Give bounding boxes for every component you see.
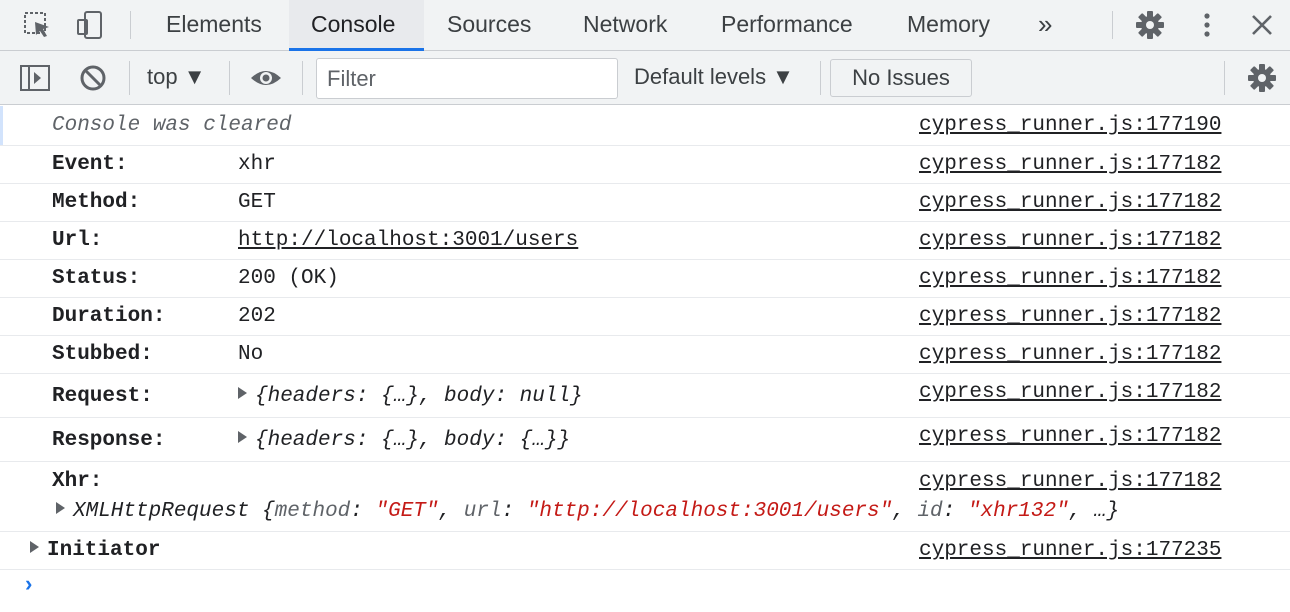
tab-performance[interactable]: Performance	[699, 0, 875, 51]
xhr-id: "xhr132"	[967, 500, 1069, 523]
settings-gear-icon[interactable]	[1134, 9, 1166, 41]
divider	[820, 61, 821, 95]
log-value: No	[238, 343, 264, 366]
source-link[interactable]: cypress_runner.js:177182	[919, 229, 1221, 252]
tab-network[interactable]: Network	[561, 0, 689, 51]
log-key: Response:	[52, 429, 166, 452]
log-row: Status: 200 (OK) cypress_runner.js:17718…	[0, 260, 1290, 298]
log-key: Url:	[52, 229, 103, 252]
log-key: Event:	[52, 153, 128, 176]
log-row: Duration: 202 cypress_runner.js:177182	[0, 298, 1290, 336]
log-row: Stubbed: No cypress_runner.js:177182	[0, 336, 1290, 374]
source-link[interactable]: cypress_runner.js:177182	[919, 381, 1221, 404]
object-preview: {headers: {…}, body: null}	[255, 385, 583, 408]
log-value: xhr	[238, 153, 276, 176]
log-value-number: 202	[238, 305, 276, 328]
tab-memory[interactable]: Memory	[885, 0, 1012, 51]
source-link[interactable]: cypress_runner.js:177182	[919, 425, 1221, 448]
initiator-label: Initiator	[47, 539, 161, 562]
device-toolbar-icon[interactable]	[74, 9, 106, 41]
xhr-object-preview[interactable]: XMLHttpRequest {method: "GET", url: "htt…	[56, 500, 1119, 523]
devtools-tab-bar: Elements Console Sources Network Perform…	[0, 0, 1290, 51]
expand-triangle-icon[interactable]	[238, 387, 247, 400]
expand-triangle-icon[interactable]	[238, 431, 247, 444]
divider	[302, 61, 303, 95]
expandable-object[interactable]: {headers: {…}, body: null}	[238, 385, 583, 408]
more-options-icon[interactable]	[1191, 9, 1223, 41]
divider	[1112, 11, 1113, 39]
xhr-url: "http://localhost:3001/users"	[526, 500, 893, 523]
filter-input[interactable]	[316, 58, 618, 99]
console-cleared-message: Console was cleared	[52, 114, 292, 137]
console-log: Console was cleared cypress_runner.js:17…	[0, 106, 1290, 570]
log-key: Stubbed:	[52, 343, 153, 366]
expandable-object[interactable]: {headers: {…}, body: {…}}	[238, 429, 570, 452]
initiator-toggle[interactable]: Initiator	[30, 539, 160, 562]
source-link[interactable]: cypress_runner.js:177235	[919, 539, 1221, 562]
xhr-class-name: XMLHttpRequest	[73, 500, 250, 523]
show-sidebar-icon[interactable]	[19, 62, 51, 94]
source-link[interactable]: cypress_runner.js:177182	[919, 470, 1221, 493]
tab-elements[interactable]: Elements	[144, 0, 284, 51]
log-key: Method:	[52, 191, 141, 214]
source-link[interactable]: cypress_runner.js:177182	[919, 153, 1221, 176]
log-levels-dropdown[interactable]: Default levels ▼	[634, 61, 794, 93]
source-link[interactable]: cypress_runner.js:177190	[919, 114, 1221, 137]
url-link[interactable]: http://localhost:3001/users	[238, 229, 578, 252]
issues-button[interactable]: No Issues	[830, 59, 972, 97]
log-row: Request: {headers: {…}, body: null} cypr…	[0, 374, 1290, 418]
log-row-cleared: Console was cleared cypress_runner.js:17…	[0, 106, 1290, 146]
tab-sources[interactable]: Sources	[425, 0, 553, 51]
divider	[129, 61, 130, 95]
more-tabs-button[interactable]: »	[1016, 0, 1074, 51]
log-key: Duration:	[52, 305, 166, 328]
log-value: GET	[238, 191, 276, 214]
expand-triangle-icon[interactable]	[56, 502, 65, 515]
log-key: Request:	[52, 385, 153, 408]
log-row-initiator: Initiator cypress_runner.js:177235	[0, 532, 1290, 570]
live-expression-eye-icon[interactable]	[249, 62, 281, 94]
divider	[229, 61, 230, 95]
source-link[interactable]: cypress_runner.js:177182	[919, 343, 1221, 366]
log-row: Method: GET cypress_runner.js:177182	[0, 184, 1290, 222]
expand-triangle-icon[interactable]	[30, 541, 39, 554]
console-toolbar: top ▼ Default levels ▼ No Issues	[0, 51, 1290, 105]
object-preview: {headers: {…}, body: {…}}	[255, 429, 571, 452]
console-settings-gear-icon[interactable]	[1246, 62, 1278, 94]
log-key: Xhr:	[52, 470, 103, 493]
clear-console-icon[interactable]	[77, 62, 109, 94]
divider	[130, 11, 131, 39]
log-row: Event: xhr cypress_runner.js:177182	[0, 146, 1290, 184]
log-key: Status:	[52, 267, 141, 290]
source-link[interactable]: cypress_runner.js:177182	[919, 305, 1221, 328]
divider	[1224, 61, 1225, 95]
log-row: Url: http://localhost:3001/users cypress…	[0, 222, 1290, 260]
inspect-element-icon[interactable]	[22, 9, 54, 41]
console-prompt-icon[interactable]: ›	[22, 573, 35, 598]
close-icon[interactable]	[1246, 9, 1278, 41]
source-link[interactable]: cypress_runner.js:177182	[919, 267, 1221, 290]
xhr-method: "GET"	[375, 500, 439, 523]
log-row: Xhr: cypress_runner.js:177182 XMLHttpReq…	[0, 462, 1290, 532]
tab-console[interactable]: Console	[289, 0, 424, 51]
log-row: Response: {headers: {…}, body: {…}} cypr…	[0, 418, 1290, 462]
context-selector[interactable]: top ▼	[147, 61, 205, 93]
log-value: 200 (OK)	[238, 267, 339, 290]
source-link[interactable]: cypress_runner.js:177182	[919, 191, 1221, 214]
